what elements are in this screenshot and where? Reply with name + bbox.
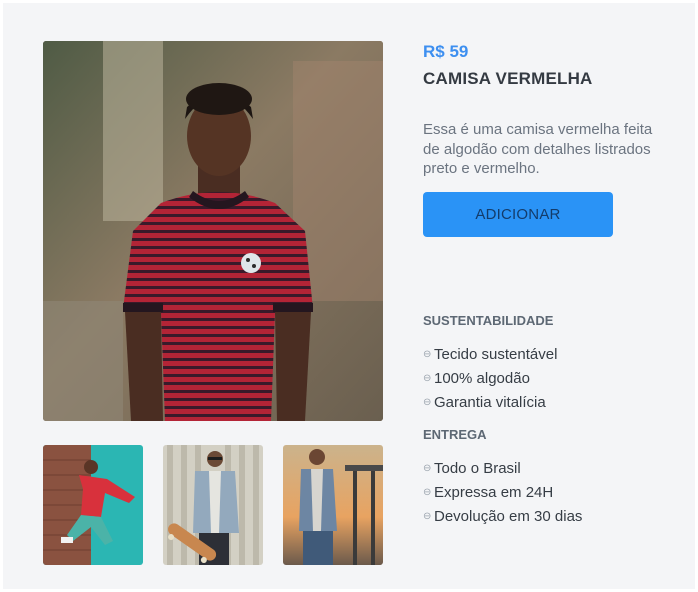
add-to-cart-button[interactable]: ADICIONAR [423,192,613,237]
circle-arrow-icon: ⊖ [423,349,432,360]
list-item: ⊖ Garantia vitalícia [423,391,557,415]
sustainability-heading: SUSTENTABILIDADE [423,313,554,328]
delivery-list: ⊖ Todo o Brasil ⊖ Expressa em 24H ⊖ Devoluç… [423,457,582,529]
delivery-heading: ENTREGA [423,427,487,442]
circle-arrow-icon: ⊖ [423,487,432,498]
product-price: R$ 59 [423,42,469,61]
list-item: ⊖ Devolução em 30 dias [423,505,582,529]
list-item-label: Expressa em 24H [434,484,554,501]
main-product-image [43,41,383,421]
circle-arrow-icon: ⊖ [423,397,432,408]
list-item-label: Garantia vitalícia [434,394,546,411]
list-item-label: Tecido sustentável [434,346,558,363]
list-item-label: 100% algodão [434,370,530,387]
circle-arrow-icon: ⊖ [423,511,432,522]
product-title: CAMISA VERMELHA [423,69,593,88]
thumbnail-image-1[interactable] [43,445,143,565]
sustainability-list: ⊖ Tecido sustentável ⊖ 100% algodão ⊖ Garan… [423,343,557,415]
circle-arrow-icon: ⊖ [423,373,432,384]
thumbnail-image-3[interactable] [283,445,383,565]
thumbnail-image-2[interactable] [163,445,263,565]
list-item: ⊖ 100% algodão [423,367,557,391]
circle-arrow-icon: ⊖ [423,463,432,474]
product-description: Essa é uma camisa vermelha feita de algo… [423,121,653,177]
list-item: ⊖ Expressa em 24H [423,481,582,505]
list-item-label: Devolução em 30 dias [434,508,583,525]
list-item: ⊖ Tecido sustentável [423,343,557,367]
list-item-label: Todo o Brasil [434,460,521,477]
list-item: ⊖ Todo o Brasil [423,457,582,481]
